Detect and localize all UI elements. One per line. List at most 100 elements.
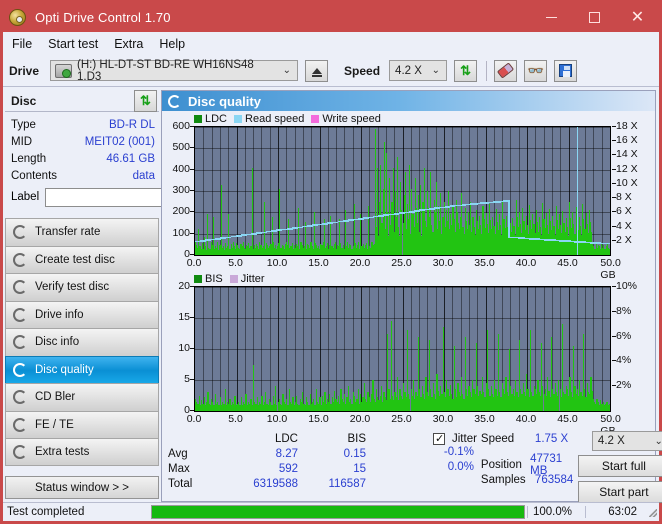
disc-label-row: Label (11, 187, 255, 207)
read-speed-step (235, 235, 238, 236)
status-window-button[interactable]: Status window > > (5, 476, 159, 499)
test-speed-select[interactable]: 4.2 X ⌄ (591, 431, 662, 451)
y2-tick-label: 18 X (612, 120, 638, 132)
menu-item-extra[interactable]: Extra (114, 35, 152, 53)
x-tick-label: 15.0 (308, 413, 329, 425)
readout-position-row: Position 47731 MB (481, 453, 578, 477)
table-header-row: LDC BIS (168, 431, 433, 446)
resize-grip[interactable] (647, 507, 657, 517)
gridline (261, 127, 263, 255)
x-tick-label: 35.0 (474, 413, 495, 425)
legend-item-bis: BIS (194, 273, 223, 285)
gridline (593, 287, 595, 411)
x-tick-label: 40.0 (515, 413, 537, 425)
legend-swatch (311, 115, 320, 123)
eraser-icon (496, 62, 515, 79)
gridline (203, 127, 205, 255)
read-speed-step (322, 223, 324, 224)
read-speed-step (256, 232, 258, 233)
jitter-label: Jitter (452, 432, 477, 445)
read-speed-step (312, 224, 314, 226)
gridline (302, 127, 304, 255)
y2-tick-label: 14 X (612, 148, 638, 161)
sidebar-item-drive-info[interactable]: Drive info (5, 300, 159, 328)
menu-item-file[interactable]: File (12, 35, 41, 53)
minimize-button[interactable] (530, 3, 573, 32)
disc-type-label: Type (11, 118, 36, 131)
read-speed-step (200, 240, 202, 241)
x-tick-label: 25.0 (391, 257, 412, 269)
ldc-y-axis-left: 0 100 200 300 400 500 600 (162, 120, 194, 260)
total-ldc-value: 6319588 (253, 477, 298, 490)
page-title: Disc quality (188, 93, 261, 109)
y-tick-label: 400 (172, 162, 194, 175)
sidebar-item-create-test-disc[interactable]: Create test disc (5, 245, 159, 273)
read-speed-step (240, 234, 243, 236)
refresh-disc-button[interactable]: ⇅ (134, 89, 157, 112)
jitter-checkbox[interactable] (433, 432, 445, 445)
read-speed-step (373, 215, 375, 217)
gridline (327, 127, 329, 255)
start-part-button[interactable]: Start part (577, 481, 662, 503)
maximize-button[interactable] (573, 3, 616, 32)
erase-button[interactable] (494, 59, 518, 82)
read-speed-drop-line (576, 127, 579, 255)
bis-plot-area[interactable] (194, 286, 611, 412)
read-speed-step (434, 207, 436, 209)
gridline (319, 127, 321, 255)
sidebar-item-label: FE / TE (35, 418, 74, 431)
sidebar-item-extra-tests[interactable]: Extra tests (5, 438, 159, 466)
drive-select[interactable]: (H:) HL-DT-ST BD-RE WH16NS48 1.D3 ⌄ (50, 59, 299, 83)
speed-select[interactable]: 4.2 X ⌄ (389, 60, 448, 81)
read-speed-step (337, 220, 340, 222)
read-speed-step (225, 236, 228, 238)
ldc-plot-area[interactable] (194, 126, 611, 256)
disc-icon (13, 362, 27, 377)
toolbar-divider (486, 60, 488, 81)
legend-label: LDC (205, 113, 228, 125)
sidebar-item-label: Verify test disc (35, 281, 110, 294)
gridline (286, 127, 288, 255)
y2-tick-label: 6 X (612, 205, 632, 218)
y2-tick-label: 4 X (612, 219, 632, 232)
read-speed-step (424, 208, 426, 210)
gridline (294, 127, 296, 255)
sidebar-item-disc-info[interactable]: Disc info (5, 328, 159, 356)
max-jitter-value: 0.0% (447, 461, 474, 473)
read-speed-step (383, 214, 385, 216)
eject-button[interactable] (305, 59, 329, 82)
y-tick-label: 15 (178, 311, 194, 323)
legend-item-jitter: Jitter (229, 273, 265, 285)
close-button[interactable]: ✕ (616, 3, 659, 32)
read-speed-step (276, 229, 279, 231)
status-message: Test completed (7, 506, 85, 518)
y-tick-label: 10 (178, 342, 194, 354)
legend-swatch (194, 275, 202, 283)
gridline (311, 287, 313, 411)
menu-bar: File Start test Extra Help (3, 32, 659, 55)
disc-label-label: Label (11, 191, 40, 203)
column-header-bis: BIS (347, 432, 366, 445)
sidebar-item-fe-te[interactable]: FE / TE (5, 410, 159, 438)
row-label-total: Total (168, 477, 193, 490)
menu-item-help[interactable]: Help (159, 35, 194, 53)
sidebar-item-disc-quality[interactable]: Disc quality (5, 355, 159, 383)
gridline (336, 127, 338, 255)
title-bar: Opti Drive Control 1.70 ✕ (3, 3, 659, 32)
menu-item-start-test[interactable]: Start test (48, 35, 107, 53)
disc-icon (13, 390, 27, 405)
disc-length-value: 46.61 GB (106, 152, 155, 165)
save-button[interactable] (554, 59, 578, 82)
read-speed-step (210, 238, 212, 240)
sidebar-item-cd-bler[interactable]: CD Bler (5, 383, 159, 411)
start-full-button[interactable]: Start full (577, 455, 662, 477)
settings-button[interactable]: 👓 (524, 59, 548, 82)
sidebar-item-verify-test-disc[interactable]: Verify test disc (5, 273, 159, 301)
sidebar-item-transfer-rate[interactable]: Transfer rate (5, 218, 159, 246)
gridline (269, 127, 271, 255)
readout-labels: Speed 1.75 X Position 47731 MB Samples 7… (481, 431, 578, 503)
gridline (336, 287, 338, 411)
refresh-drive-button[interactable]: ⇅ (454, 59, 478, 82)
chevron-down-icon: ⌄ (282, 65, 292, 76)
bis-y-axis-left: 0 5 10 15 20 (162, 280, 194, 416)
